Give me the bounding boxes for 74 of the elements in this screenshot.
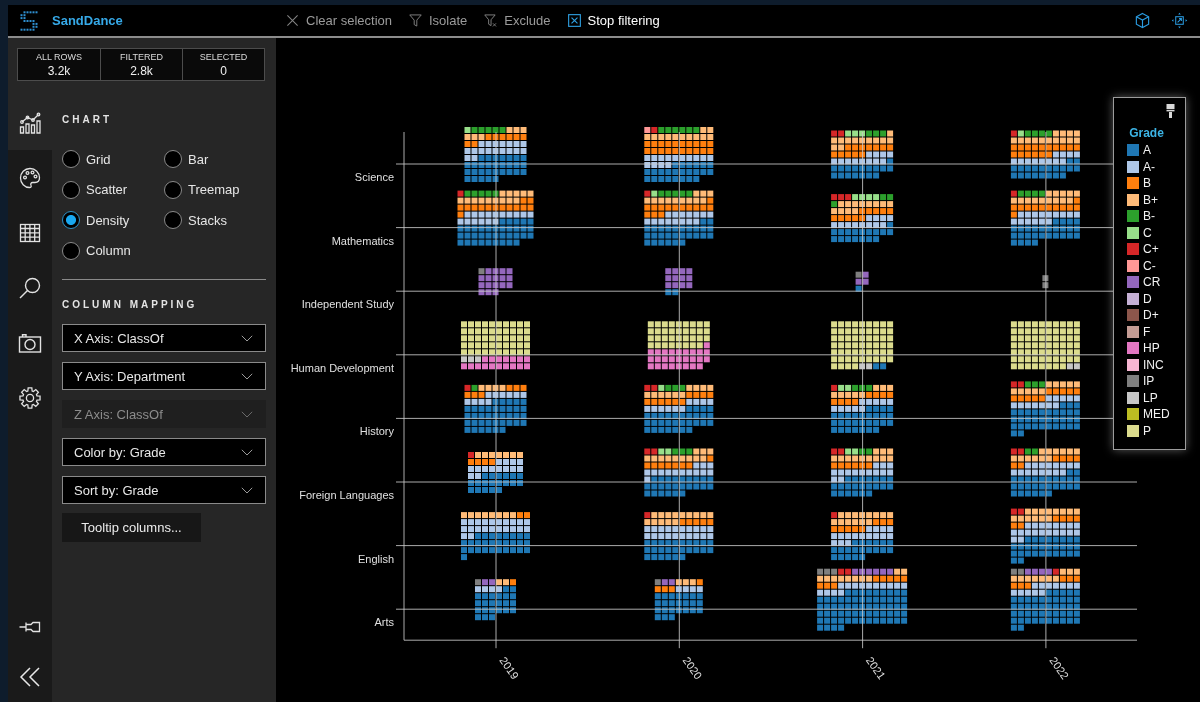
legend-label: IP: [1143, 374, 1155, 389]
stat-value: 3.2k: [47, 63, 71, 78]
radio-button[interactable]: [62, 241, 80, 260]
legend-label: C-: [1143, 258, 1156, 273]
legend-label: INC: [1143, 357, 1164, 372]
legend-label: LP: [1143, 390, 1158, 405]
double-chevron-icon: [18, 665, 42, 689]
radio-label[interactable]: Treemap: [188, 182, 240, 198]
legend-label: MED: [1143, 407, 1170, 422]
legend-label: D+: [1143, 308, 1159, 323]
app-title: SandDance: [52, 13, 123, 28]
legend-label: P: [1143, 423, 1151, 438]
search-icon: [18, 275, 42, 300]
chevron-down-icon: [241, 410, 253, 418]
line-chart-icon: [18, 110, 42, 135]
radio-label[interactable]: Scatter: [86, 182, 128, 198]
funnel-icon: [409, 14, 422, 27]
y-axis-label: English: [357, 552, 394, 565]
y-axis-label: Human Development: [290, 361, 394, 374]
chevron-down-icon: [241, 372, 253, 380]
y-axis-label: Science: [354, 171, 394, 183]
chevron-down-icon: [241, 334, 253, 342]
cube-icon[interactable]: [1134, 12, 1151, 29]
legend-label: CR: [1143, 275, 1161, 290]
legend-label: F: [1143, 324, 1151, 339]
y-axis-label: History: [359, 425, 394, 438]
section-heading: COLUMN MAPPING: [62, 299, 198, 311]
y-axis-label: Foreign Languages: [299, 489, 394, 501]
legend-label: C: [1143, 225, 1152, 240]
radio-label[interactable]: Density: [86, 212, 130, 228]
radio-button[interactable]: [62, 211, 80, 230]
stat-value: 2.8k: [130, 63, 153, 78]
dropdown[interactable]: Color by: Grade: [62, 438, 266, 466]
funnel-x-icon: [484, 14, 498, 27]
radio-button[interactable]: [164, 180, 182, 199]
legend-label: C+: [1143, 242, 1159, 257]
legend-label: A: [1143, 143, 1151, 158]
chevron-down-icon: [241, 448, 253, 456]
stat-label: FILTERED: [120, 51, 163, 62]
palette-icon: [18, 165, 42, 190]
radio-button[interactable]: [62, 150, 80, 169]
stat-label: ALL ROWS: [35, 51, 83, 62]
x-box-icon: [567, 14, 581, 27]
radio-label[interactable]: Bar: [188, 151, 209, 167]
legend-label: B+: [1143, 192, 1158, 207]
radio-label[interactable]: Grid: [86, 151, 111, 167]
dropdown[interactable]: Y Axis: Department: [62, 362, 266, 390]
radio-button[interactable]: [164, 211, 182, 230]
logo-icon: [20, 10, 38, 31]
chevron-down-icon: [241, 486, 253, 494]
move-icon[interactable]: [1171, 12, 1188, 29]
legend-label: D: [1143, 291, 1152, 306]
legend-label: HP: [1143, 341, 1160, 356]
radio-label[interactable]: Column: [86, 243, 131, 259]
radio-button[interactable]: [164, 150, 182, 169]
dropdown[interactable]: Sort by: Grade: [62, 476, 266, 504]
section-heading: CHART: [62, 114, 112, 126]
y-axis-label: Independent Study: [301, 298, 394, 311]
brush-icon[interactable]: [1166, 104, 1175, 118]
stop-filtering-button[interactable]: Stop filtering: [566, 11, 661, 30]
settings-icon: [18, 385, 42, 410]
legend-title: Grade: [1128, 125, 1165, 142]
radio-button[interactable]: [62, 180, 80, 199]
dropdown[interactable]: X Axis: ClassOf: [62, 324, 266, 352]
stat-label: SELECTED: [199, 51, 248, 62]
y-axis-label: Arts: [374, 616, 394, 629]
radio-label[interactable]: Stacks: [188, 212, 227, 228]
stat-value: 0: [220, 63, 227, 78]
legend-label: B-: [1143, 209, 1155, 224]
legend-label: B: [1143, 176, 1151, 191]
x-icon: [286, 14, 299, 27]
y-axis-label: Mathematics: [331, 234, 394, 247]
tooltip-columns-button[interactable]: Tooltip columns...: [62, 513, 201, 542]
legend-label: A-: [1143, 159, 1155, 174]
